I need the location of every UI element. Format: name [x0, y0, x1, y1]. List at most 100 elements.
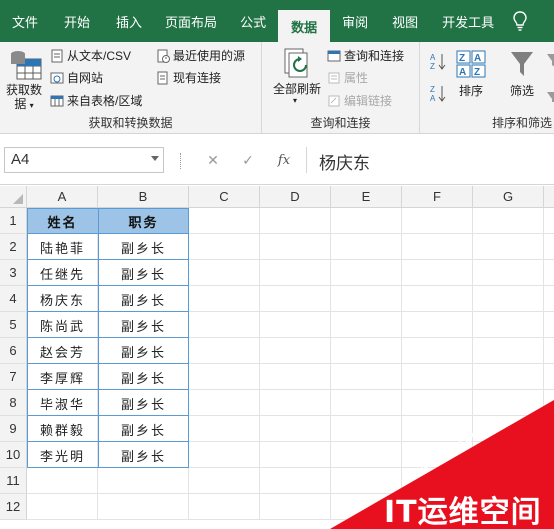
svg-text:A: A [430, 94, 436, 102]
enter-icon[interactable]: ✓ [238, 149, 258, 171]
column-header-a[interactable]: A [27, 186, 98, 208]
lightbulb-icon[interactable] [506, 0, 534, 42]
table-cell[interactable]: 杨庆东 [27, 286, 98, 312]
tab-file[interactable]: 文件 [0, 0, 50, 42]
tab-review[interactable]: 审阅 [330, 0, 380, 42]
formula-input[interactable]: 杨庆东 [306, 147, 554, 174]
table-cell[interactable]: 赵会芳 [27, 338, 98, 364]
tab-home[interactable]: 开始 [50, 0, 104, 42]
row-header[interactable]: 9 [0, 416, 27, 442]
svg-text:Z: Z [474, 67, 480, 78]
sort-za-icon: ZA [430, 85, 446, 103]
worksheet-grid[interactable]: A B C D E F G 1 2 3 4 5 6 7 8 9 10 11 12 姓名 职务 陆艳菲 副乡长… [0, 186, 554, 529]
gridline [27, 493, 554, 494]
from-text-csv-label: 从文本/CSV [67, 49, 132, 63]
edit-links-label: 编辑链接 [344, 94, 393, 108]
from-web-button[interactable]: 自网站 [50, 69, 103, 86]
recent-sources-label: 最近使用的源 [173, 49, 246, 63]
from-text-csv-button[interactable]: 从文本/CSV [50, 47, 131, 64]
from-table-button[interactable]: 来自表格/区域 [50, 92, 142, 109]
get-data-button[interactable]: 获取数 据 ▾ [4, 45, 44, 115]
table-header-cell[interactable]: 姓名 [27, 208, 98, 234]
column-header-c[interactable]: C [189, 186, 260, 208]
cancel-icon[interactable]: ✕ [203, 149, 223, 171]
get-data-label: 获取数 [5, 83, 42, 97]
tab-data[interactable]: 数据 [278, 10, 331, 42]
column-header-g[interactable]: G [473, 186, 544, 208]
refresh-all-button[interactable]: 全部刷新 ▾ [268, 45, 326, 105]
table-cell[interactable]: 副乡长 [98, 390, 189, 416]
table-border [27, 389, 189, 390]
table-cell[interactable]: 李光明 [27, 442, 98, 468]
queries-connections-label: 查询和连接 [344, 49, 405, 63]
insert-function-icon[interactable]: fx [274, 149, 294, 171]
row-header[interactable]: 1 [0, 208, 27, 234]
table-cell[interactable]: 副乡长 [98, 442, 189, 468]
filter-label: 筛选 [509, 84, 534, 98]
column-header-d[interactable]: D [260, 186, 331, 208]
svg-text:A: A [459, 67, 466, 78]
table-border [27, 285, 189, 286]
row-header[interactable]: 4 [0, 286, 27, 312]
table-cell[interactable]: 毕淑华 [27, 390, 98, 416]
existing-connections-label: 现有连接 [173, 71, 222, 85]
tab-insert[interactable]: 插入 [104, 0, 154, 42]
row-header[interactable]: 7 [0, 364, 27, 390]
table-cell[interactable]: 陆艳菲 [27, 234, 98, 260]
table-cell[interactable]: 副乡长 [98, 286, 189, 312]
gridline [472, 208, 473, 520]
table-cell[interactable]: 副乡长 [98, 260, 189, 286]
table-cell[interactable]: 李厚辉 [27, 364, 98, 390]
table-cell[interactable]: 副乡长 [98, 312, 189, 338]
chevron-down-icon[interactable] [151, 156, 159, 161]
tab-view[interactable]: 视图 [380, 0, 430, 42]
table-border [188, 208, 189, 468]
from-web-label: 自网站 [67, 71, 104, 85]
row-header[interactable]: 5 [0, 312, 27, 338]
ribbon-tab-bar: 文件 开始 插入 页面布局 公式 数据 审阅 视图 开发工具 [0, 0, 554, 42]
row-header[interactable]: 11 [0, 468, 27, 494]
tab-page-layout[interactable]: 页面布局 [154, 0, 228, 42]
column-header-e[interactable]: E [331, 186, 402, 208]
table-cell[interactable]: 任继先 [27, 260, 98, 286]
table-border [27, 233, 189, 234]
tab-developer[interactable]: 开发工具 [430, 0, 506, 42]
table-cell[interactable]: 副乡长 [98, 338, 189, 364]
sort-button[interactable]: Z A A Z 排序 [452, 48, 490, 102]
table-cell[interactable]: 赖群毅 [27, 416, 98, 442]
column-header-f[interactable]: F [402, 186, 473, 208]
svg-text:A: A [430, 53, 436, 62]
svg-text:Z: Z [430, 62, 435, 70]
column-header-h[interactable] [544, 186, 554, 208]
properties-button[interactable]: 属性 [327, 69, 368, 86]
queries-icon [327, 50, 341, 61]
table-border [27, 415, 189, 416]
sort-ascending-button[interactable]: AZ [430, 52, 446, 71]
existing-connections-button[interactable]: 现有连接 [156, 69, 221, 86]
queries-connections-button[interactable]: 查询和连接 [327, 47, 404, 64]
row-header[interactable]: 6 [0, 338, 27, 364]
table-icon [50, 95, 64, 106]
filter-clear-icon[interactable] [546, 52, 554, 102]
row-header[interactable]: 2 [0, 234, 27, 260]
filter-button[interactable]: 筛选 [504, 48, 540, 102]
select-all-corner[interactable] [0, 186, 27, 208]
table-cell[interactable]: 陈尚武 [27, 312, 98, 338]
table-header-cell[interactable]: 职务 [98, 208, 189, 234]
name-box[interactable]: A4 [4, 147, 164, 173]
column-header-b[interactable]: B [98, 186, 189, 208]
sort-descending-button[interactable]: ZA [430, 84, 446, 103]
table-cell[interactable]: 副乡长 [98, 364, 189, 390]
row-header[interactable]: 3 [0, 260, 27, 286]
formula-bar-grip[interactable] [180, 153, 182, 169]
table-cell[interactable]: 副乡长 [98, 416, 189, 442]
row-header[interactable]: 8 [0, 390, 27, 416]
edit-links-button[interactable]: 编辑链接 [327, 92, 392, 109]
table-cell[interactable]: 副乡长 [98, 234, 189, 260]
properties-label: 属性 [344, 71, 369, 85]
row-header[interactable]: 10 [0, 442, 27, 468]
tab-formulas[interactable]: 公式 [228, 0, 278, 42]
row-header[interactable]: 12 [0, 494, 27, 520]
recent-sources-button[interactable]: 最近使用的源 [156, 47, 245, 64]
get-data-label-2: 据 ▾ [4, 97, 44, 113]
